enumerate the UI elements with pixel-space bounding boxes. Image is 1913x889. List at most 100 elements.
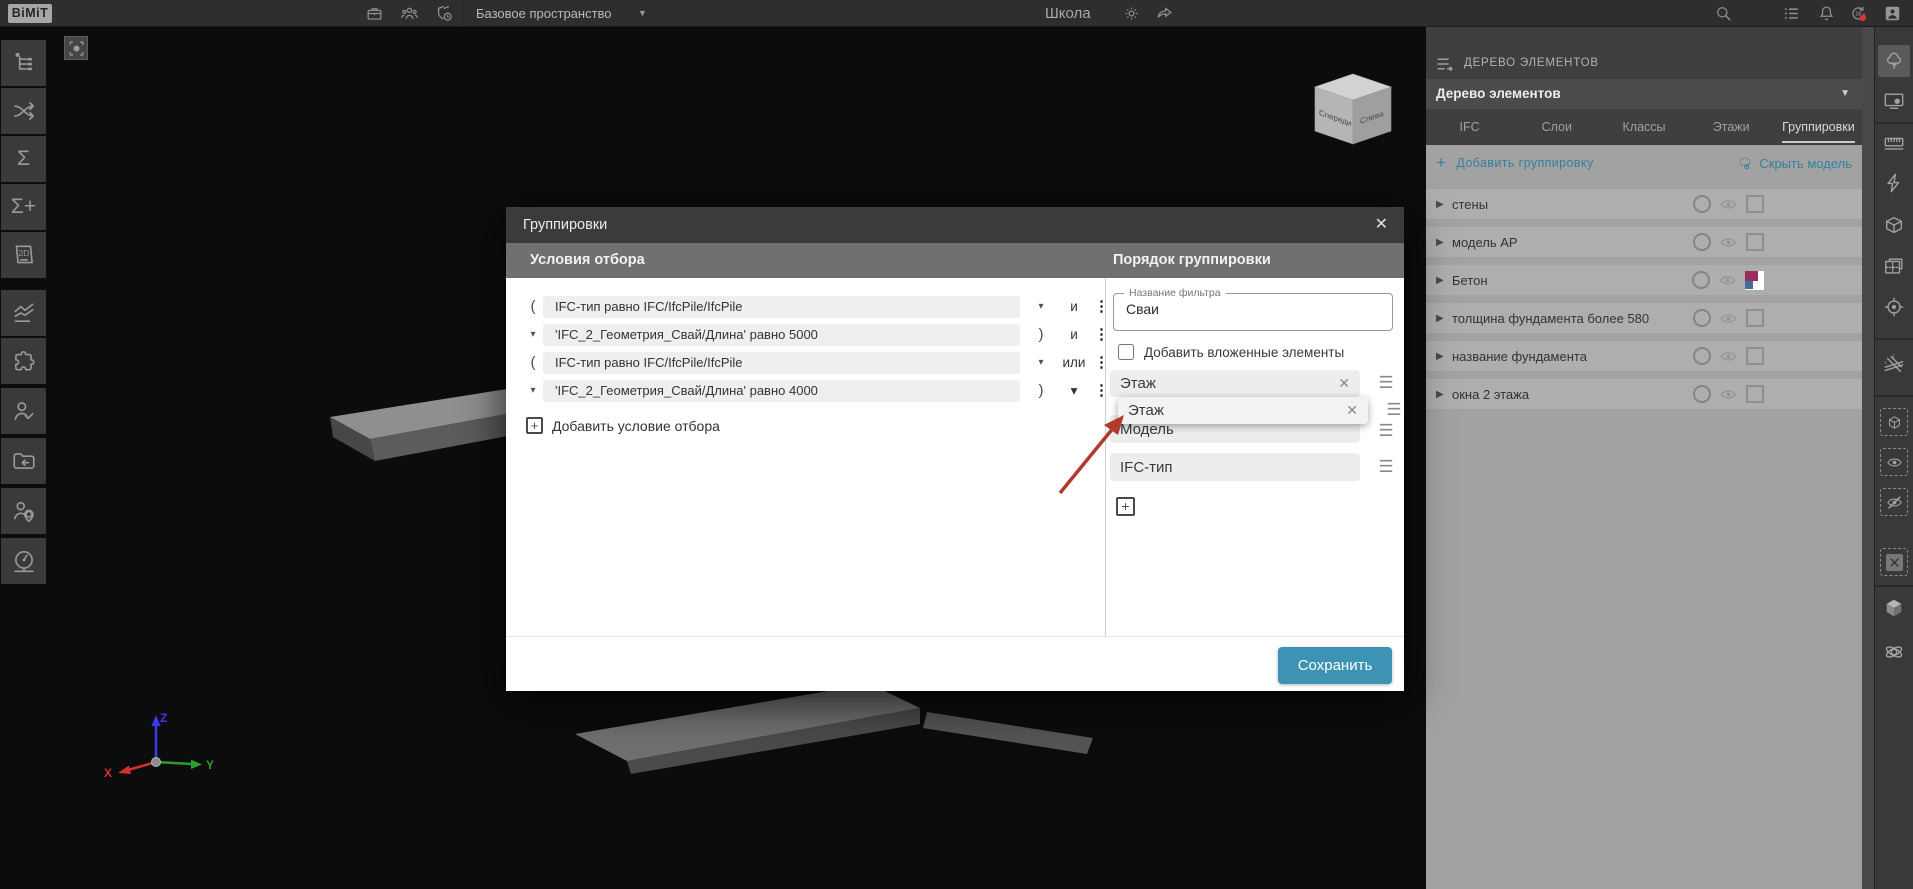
tab-groupings[interactable]: Группировки (1775, 109, 1862, 145)
open-paren[interactable]: ( (524, 296, 542, 318)
condition-input[interactable]: 'IFC_2_Геометрия_Свай/Длина' равно 4000 (543, 380, 1020, 402)
isolate-radio[interactable] (1693, 233, 1711, 251)
avatar-icon[interactable] (1881, 2, 1903, 24)
remove-chip-icon[interactable]: ✕ (1338, 375, 1350, 392)
sync-history-icon[interactable]: 10 (1847, 2, 1869, 24)
isolate-radio[interactable] (1693, 347, 1711, 365)
show-elements-eye-icon[interactable] (1880, 448, 1908, 476)
expander-icon[interactable]: ▶ (1436, 313, 1452, 324)
isolate-radio[interactable] (1693, 309, 1711, 327)
tree-row-model-ar[interactable]: ▶ модель АР (1426, 227, 1862, 257)
kebab-menu-icon[interactable]: ⋮ (1094, 324, 1108, 346)
kebab-menu-icon[interactable]: ⋮ (1094, 380, 1108, 402)
logic-operator[interactable]: или (1056, 352, 1092, 374)
user-check-icon[interactable] (1, 388, 46, 434)
app-logo[interactable]: BiMiT (8, 4, 52, 23)
model-tree-icon[interactable] (1, 40, 46, 86)
team-icon[interactable] (398, 2, 420, 24)
expander-icon[interactable]: ▶ (1436, 389, 1452, 400)
locate-target-icon[interactable] (1878, 291, 1910, 323)
shuffle-icon[interactable] (1, 88, 46, 134)
tree-row-windows-2nd-floor[interactable]: ▶ окна 2 этажа (1426, 379, 1862, 409)
notifications-bell-icon[interactable] (1815, 2, 1837, 24)
floor-plans-icon[interactable] (1878, 250, 1910, 282)
user-location-icon[interactable] (1, 488, 46, 534)
gauge-icon[interactable] (1, 538, 46, 584)
nested-elements-checkbox[interactable] (1118, 344, 1134, 360)
kebab-menu-icon[interactable]: ⋮ (1094, 352, 1108, 374)
visibility-eye-icon[interactable] (1720, 236, 1737, 249)
focus-selection-button[interactable] (64, 36, 88, 60)
isolate-radio[interactable] (1693, 195, 1711, 213)
color-checkbox[interactable] (1746, 233, 1764, 251)
grids-axes-icon[interactable]: 12 (1878, 348, 1910, 380)
save-button[interactable]: Сохранить (1278, 647, 1392, 684)
color-checkbox[interactable] (1746, 385, 1764, 403)
tree-row-concrete[interactable]: ▶ Бетон (1426, 265, 1862, 295)
tree-selector[interactable]: Дерево элементов ▼ (1426, 79, 1862, 109)
ruler-icon[interactable] (1878, 127, 1910, 159)
visibility-eye-icon[interactable] (1720, 388, 1737, 401)
panel-menu-icon[interactable] (1436, 56, 1455, 77)
2d-drawing-icon[interactable]: 2D (1, 232, 46, 278)
expander-icon[interactable]: ▶ (1436, 199, 1452, 210)
solid-cube-icon[interactable] (1878, 592, 1910, 624)
settings-gear-icon[interactable] (1120, 2, 1142, 24)
isolate-radio[interactable] (1692, 271, 1710, 289)
add-grouping-button[interactable]: + Добавить группировку (1436, 153, 1594, 173)
close-icon[interactable]: ✕ (1371, 207, 1392, 243)
drag-handle-icon[interactable]: ☰ (1376, 373, 1396, 393)
workspace-selector[interactable]: Базовое пространство (476, 0, 612, 27)
tree-row-foundation-name[interactable]: ▶ название фундамента (1426, 341, 1862, 371)
expander-icon[interactable]: ▶ (1436, 351, 1452, 362)
close-paren[interactable]: ) (1032, 380, 1050, 402)
chart-lines-icon[interactable] (1, 290, 46, 336)
logic-caret-icon[interactable]: ▾ (1056, 380, 1092, 402)
orbit-icon[interactable] (1878, 636, 1910, 668)
visibility-eye-icon[interactable] (1720, 198, 1737, 211)
color-checkbox[interactable] (1746, 195, 1764, 213)
sigma-plus-icon[interactable]: Σ+ (1, 184, 46, 230)
hide-elements-eye-off-icon[interactable] (1880, 488, 1908, 516)
filter-name-input[interactable] (1126, 301, 1376, 317)
section-box-icon[interactable] (1878, 209, 1910, 241)
kebab-menu-icon[interactable]: ⋮ (1094, 296, 1108, 318)
briefcase-icon[interactable] (363, 2, 385, 24)
sigma-icon[interactable]: Σ (1, 136, 46, 182)
tab-layers[interactable]: Слои (1513, 109, 1600, 145)
add-condition-plus-icon[interactable]: + (526, 417, 543, 434)
tree-row-foundation-thickness[interactable]: ▶ толщина фундамента более 580 (1426, 303, 1862, 333)
grouping-chip-floor[interactable]: Этаж ✕ (1110, 370, 1360, 397)
visibility-eye-icon[interactable] (1720, 350, 1737, 363)
ghost-cube-icon[interactable] (1880, 408, 1908, 436)
search-icon[interactable] (1712, 2, 1734, 24)
drag-handle-icon[interactable]: ☰ (1376, 421, 1396, 441)
color-checkbox[interactable] (1746, 309, 1764, 327)
open-paren[interactable]: ( (524, 352, 542, 374)
grouping-chip-floor-dragging[interactable]: Этаж ✕ (1118, 397, 1368, 424)
puzzle-icon[interactable] (1, 338, 46, 384)
drag-handle-icon[interactable]: ☰ (1384, 400, 1404, 420)
elements-tree-icon[interactable] (1878, 45, 1910, 77)
select-on-screen-icon[interactable] (1878, 85, 1910, 117)
paren-caret-icon[interactable]: ▾ (524, 380, 542, 402)
list-icon[interactable] (1780, 2, 1802, 24)
visibility-eye-icon[interactable] (1720, 312, 1737, 325)
isolate-radio[interactable] (1693, 385, 1711, 403)
paren-caret-icon[interactable]: ▾ (1032, 296, 1050, 318)
folder-import-icon[interactable] (1, 438, 46, 484)
remove-chip-icon[interactable]: ✕ (1346, 402, 1358, 419)
logic-operator[interactable]: и (1056, 324, 1092, 346)
shield-status-icon[interactable] (433, 2, 455, 24)
tab-ifc[interactable]: IFC (1426, 109, 1513, 145)
section-planes-icon[interactable] (1878, 167, 1910, 199)
grouping-chip-ifc-type[interactable]: IFC-тип (1110, 453, 1360, 481)
expander-icon[interactable]: ▶ (1436, 275, 1452, 286)
view-cube[interactable]: Спереди Слева (1314, 73, 1392, 145)
tab-floors[interactable]: Этажи (1688, 109, 1775, 145)
expander-icon[interactable]: ▶ (1436, 237, 1452, 248)
logic-operator[interactable]: и (1056, 296, 1092, 318)
paren-caret-icon[interactable]: ▾ (1032, 352, 1050, 374)
visibility-eye-icon[interactable] (1719, 274, 1736, 287)
panel-scrollbar[interactable] (1862, 27, 1874, 889)
